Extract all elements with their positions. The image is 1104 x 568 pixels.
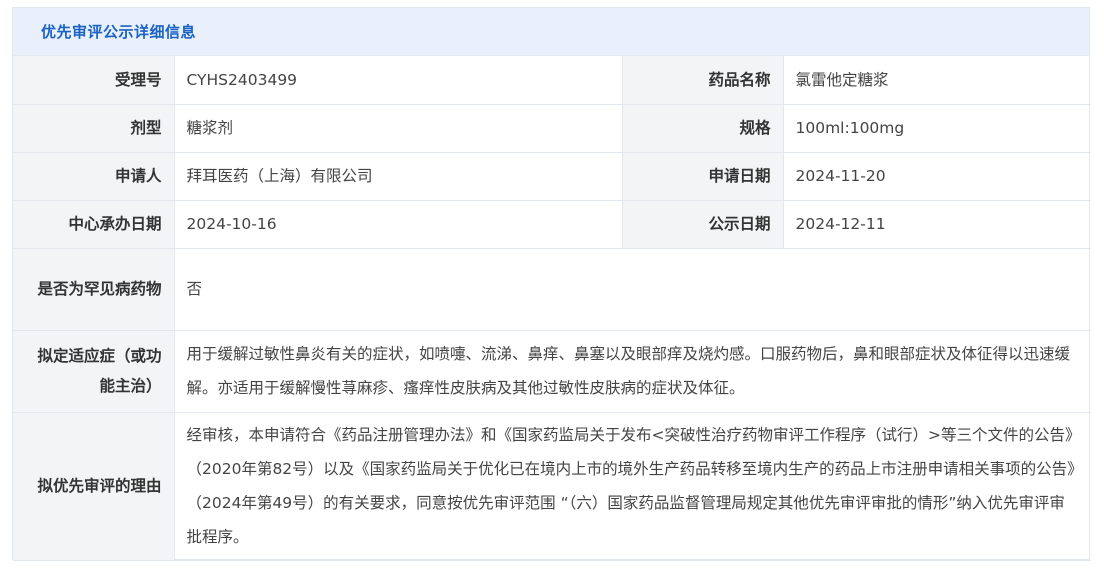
applicant-label: 申请人	[13, 151, 175, 201]
table-row: 剂型 糖浆剂 规格 100ml:100mg	[13, 103, 1091, 153]
dosage-form-label: 剂型	[13, 103, 175, 153]
applicant-value: 拜耳医药（上海）有限公司	[173, 151, 623, 201]
reason-label: 拟优先审评的理由	[13, 411, 175, 561]
table-row: 是否为罕见病药物 否	[13, 247, 1091, 331]
drug-name-value: 氯雷他定糖浆	[782, 56, 1091, 105]
panel-header: 优先审评公示详细信息	[13, 8, 1089, 56]
detail-table: 受理号 CYHS2403499 药品名称 氯雷他定糖浆 剂型 糖浆剂 规格 10…	[13, 56, 1091, 561]
publish-date-label: 公示日期	[621, 199, 784, 249]
page-title: 优先审评公示详细信息	[41, 23, 197, 41]
accept-no-label: 受理号	[13, 56, 175, 105]
table-row: 中心承办日期 2024-10-16 公示日期 2024-12-11	[13, 199, 1091, 249]
priority-review-panel: 优先审评公示详细信息 受理号 CYHS2403499 药品名称 氯雷他定糖浆 剂…	[12, 7, 1091, 561]
center-date-value: 2024-10-16	[173, 199, 623, 249]
publish-date-value: 2024-12-11	[782, 199, 1091, 249]
reason-value: 经审核，本申请符合《药品注册管理办法》和《国家药监局关于发布<突破性治疗药物审评…	[173, 411, 1091, 561]
spec-value: 100ml:100mg	[782, 103, 1091, 153]
indication-value: 用于缓解过敏性鼻炎有关的症状，如喷嚏、流涕、鼻痒、鼻塞以及眼部痒及烧灼感。口服药…	[173, 329, 1091, 413]
apply-date-label: 申请日期	[621, 151, 784, 201]
apply-date-value: 2024-11-20	[782, 151, 1091, 201]
accept-no-value: CYHS2403499	[173, 56, 623, 105]
table-row: 申请人 拜耳医药（上海）有限公司 申请日期 2024-11-20	[13, 151, 1091, 201]
indication-label: 拟定适应症（或功能主治）	[13, 329, 175, 413]
dosage-form-value: 糖浆剂	[173, 103, 623, 153]
table-row: 拟定适应症（或功能主治） 用于缓解过敏性鼻炎有关的症状，如喷嚏、流涕、鼻痒、鼻塞…	[13, 329, 1091, 413]
spec-label: 规格	[621, 103, 784, 153]
center-date-label: 中心承办日期	[13, 199, 175, 249]
rare-disease-label: 是否为罕见病药物	[13, 247, 175, 331]
table-row: 受理号 CYHS2403499 药品名称 氯雷他定糖浆	[13, 56, 1091, 105]
drug-name-label: 药品名称	[621, 56, 784, 105]
table-row: 拟优先审评的理由 经审核，本申请符合《药品注册管理办法》和《国家药监局关于发布<…	[13, 411, 1091, 561]
rare-disease-value: 否	[173, 247, 1091, 331]
